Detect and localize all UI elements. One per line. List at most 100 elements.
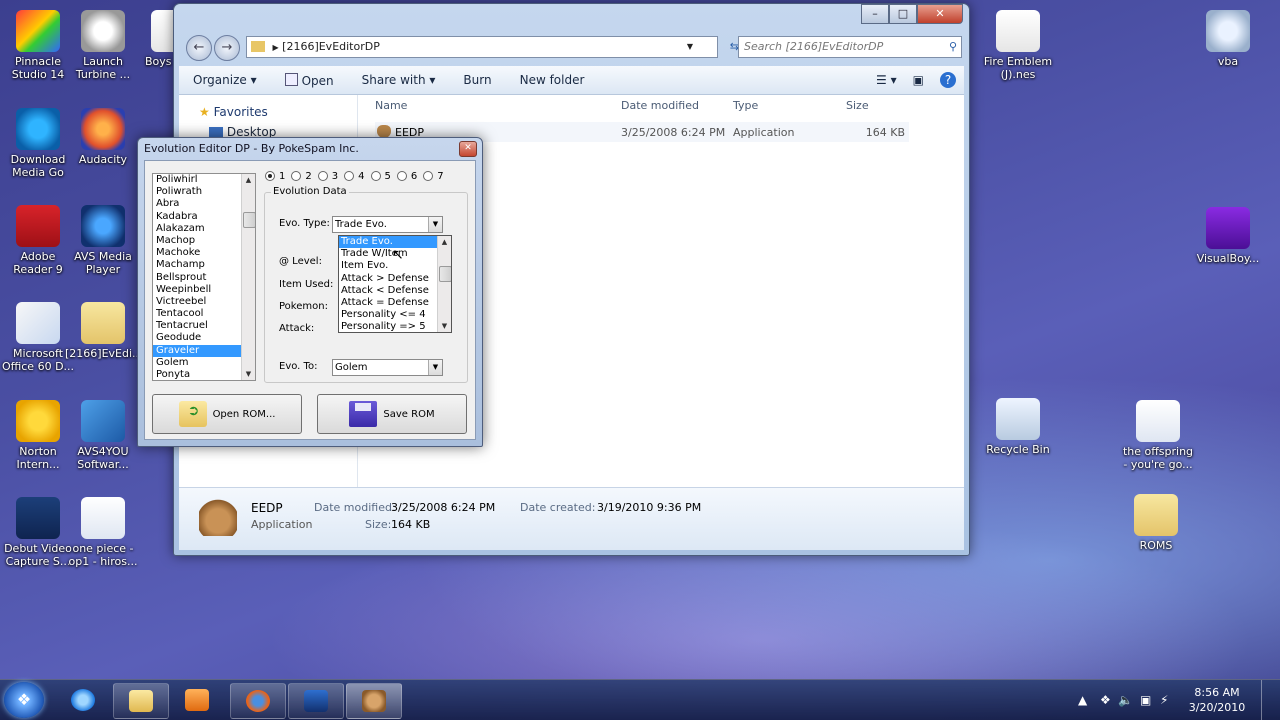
scroll-up-icon[interactable]: ▲: [242, 174, 255, 186]
evolution-editor-window[interactable]: Evolution Editor DP - By PokeSpam Inc. ✕…: [137, 137, 483, 447]
slot-radio-5[interactable]: 5: [370, 169, 391, 183]
organize-menu[interactable]: Organize ▾: [179, 73, 271, 87]
scroll-down-icon[interactable]: ▼: [438, 320, 451, 332]
audacity-icon: [81, 108, 125, 150]
evo-to-select[interactable]: Golem ▼: [332, 359, 443, 376]
dropdown-option[interactable]: Attack > Defense: [339, 273, 451, 285]
column-name[interactable]: Name: [375, 95, 407, 117]
slot-radio-1[interactable]: 1: [265, 169, 285, 183]
address-bar[interactable]: ▶ [2166]EvEditorDP ▼ ⇆: [246, 36, 739, 58]
pokemon-list-item[interactable]: Machoke: [153, 247, 255, 259]
taskbar: ❖ ▲ ❖ 🔈 ▣ ⚡ 8:56 AM 3/20/2010: [0, 679, 1280, 720]
preview-pane-icon[interactable]: ▣: [905, 73, 932, 87]
chevron-down-icon[interactable]: ▼: [428, 360, 442, 375]
dropdown-option[interactable]: Personality => 5: [339, 321, 451, 332]
address-dropdown-icon[interactable]: ▼: [687, 37, 693, 57]
save-rom-button[interactable]: Save ROM: [317, 394, 467, 434]
column-type[interactable]: Type: [733, 95, 758, 117]
evo-type-select[interactable]: Trade Evo. ▼: [332, 216, 443, 233]
desktop-shortcut[interactable]: VisualBoy...: [1190, 207, 1266, 265]
desktop-shortcut[interactable]: Recycle Bin: [980, 398, 1056, 456]
scroll-thumb[interactable]: [243, 212, 255, 228]
taskbar-media-player[interactable]: [170, 683, 224, 717]
slot-radio-6[interactable]: 6: [396, 169, 417, 183]
slot-radio-7[interactable]: 7: [423, 169, 444, 183]
search-icon[interactable]: ⚲: [949, 37, 957, 57]
nes-file-icon: [996, 10, 1040, 52]
dropdown-scrollbar[interactable]: ▲ ▼: [437, 236, 451, 332]
nav-favorites[interactable]: ★ Favorites: [199, 105, 268, 119]
share-with-menu[interactable]: Share with ▾: [348, 73, 450, 87]
clock[interactable]: 8:56 AM 3/20/2010: [1182, 685, 1252, 715]
pokemon-list-scrollbar[interactable]: ▲ ▼: [241, 174, 255, 380]
desktop-shortcut[interactable]: Launch Turbine ...: [65, 10, 141, 81]
desktop-shortcut[interactable]: ROMS: [1118, 494, 1194, 552]
start-button[interactable]: ❖: [4, 682, 44, 718]
maximize-button[interactable]: □: [889, 4, 917, 24]
pokemon-list-item[interactable]: Ponyta: [153, 369, 255, 380]
help-icon[interactable]: ?: [932, 72, 964, 88]
dropdown-option[interactable]: Personality <= 4: [339, 309, 451, 321]
desktop-shortcut[interactable]: Audacity: [65, 108, 141, 166]
view-options-icon[interactable]: ☰ ▾: [868, 73, 905, 87]
scroll-up-icon[interactable]: ▲: [438, 236, 451, 248]
taskbar-video-app[interactable]: [288, 683, 344, 719]
chevron-down-icon[interactable]: ▼: [428, 217, 442, 232]
pokemon-list-item[interactable]: Golem: [153, 357, 255, 369]
show-hidden-icons[interactable]: ▲: [1078, 693, 1087, 707]
speaker-icon[interactable]: 🔈: [1118, 693, 1133, 707]
open-button[interactable]: Open: [271, 72, 348, 88]
taskbar-firefox[interactable]: [230, 683, 286, 719]
evo-close-button[interactable]: ✕: [459, 141, 477, 157]
pokemon-list-item[interactable]: Kadabra: [153, 211, 255, 223]
pokemon-list-item[interactable]: Bellsprout: [153, 272, 255, 284]
taskbar-evo-editor[interactable]: [346, 683, 402, 719]
desktop-shortcut[interactable]: AVS4YOU Softwar...: [65, 400, 141, 471]
close-button[interactable]: ✕: [917, 4, 963, 24]
desktop-shortcut[interactable]: one piece - op1 - hiros...: [65, 497, 141, 568]
scroll-down-icon[interactable]: ▼: [242, 368, 255, 380]
slot-radio-4[interactable]: 4: [344, 169, 365, 183]
minimize-button[interactable]: –: [861, 4, 889, 24]
taskbar-ie[interactable]: [56, 683, 110, 717]
pokemon-list[interactable]: Poliwhirl Poliwrath Abra Kadabra Alakazam Mac…: [152, 173, 256, 381]
pokemon-list-item[interactable]: Tentacool: [153, 308, 255, 320]
show-desktop-button[interactable]: [1261, 680, 1274, 720]
column-size[interactable]: Size: [846, 95, 869, 117]
pokemon-list-item[interactable]: Machamp: [153, 259, 255, 271]
pokemon-list-item[interactable]: Poliwhirl: [153, 174, 255, 186]
search-input[interactable]: Search [2166]EvEditorDP ⚲: [738, 36, 962, 58]
forward-button[interactable]: →: [214, 35, 240, 61]
volume-wave-icon[interactable]: ❖: [1100, 693, 1111, 707]
new-folder-button[interactable]: New folder: [506, 73, 599, 87]
pokemon-list-item[interactable]: Tentacruel: [153, 320, 255, 332]
network-icon[interactable]: ▣: [1140, 693, 1151, 707]
scroll-thumb[interactable]: [439, 266, 451, 282]
pokemon-list-item[interactable]: Victreebel: [153, 296, 255, 308]
open-rom-button[interactable]: ➲ Open ROM...: [152, 394, 302, 434]
pokemon-list-item[interactable]: Geodude: [153, 332, 255, 344]
burn-button[interactable]: Burn: [449, 73, 505, 87]
desktop-shortcut[interactable]: [2166]EvEdi...: [65, 302, 143, 360]
power-icon[interactable]: ⚡: [1160, 693, 1168, 707]
pokemon-list-item[interactable]: Graveler: [153, 344, 255, 357]
adobe-reader-icon: [16, 205, 60, 247]
evo-type-label: Evo. Type:: [279, 218, 330, 229]
pokemon-list-item[interactable]: Poliwrath: [153, 186, 255, 198]
dropdown-option[interactable]: Attack < Defense: [339, 285, 451, 297]
back-button[interactable]: ←: [186, 35, 212, 61]
pokemon-list-item[interactable]: Abra: [153, 198, 255, 210]
desktop-shortcut[interactable]: vba: [1190, 10, 1266, 68]
dropdown-option[interactable]: Attack = Defense: [339, 297, 451, 309]
taskbar-explorer[interactable]: [113, 683, 169, 719]
desktop-shortcut[interactable]: Fire Emblem (J).nes: [980, 10, 1056, 81]
desktop-shortcut[interactable]: AVS Media Player: [65, 205, 141, 276]
desktop-shortcut[interactable]: the offspring - you're go...: [1120, 400, 1196, 471]
slot-radio-3[interactable]: 3: [317, 169, 338, 183]
pokemon-list-item[interactable]: Alakazam: [153, 223, 255, 235]
slot-radio-2[interactable]: 2: [291, 169, 312, 183]
column-date-modified[interactable]: Date modified: [621, 95, 699, 117]
pokemon-list-item[interactable]: Weepinbell: [153, 284, 255, 296]
media-go-icon: [16, 108, 60, 150]
pokemon-list-item[interactable]: Machop: [153, 235, 255, 247]
